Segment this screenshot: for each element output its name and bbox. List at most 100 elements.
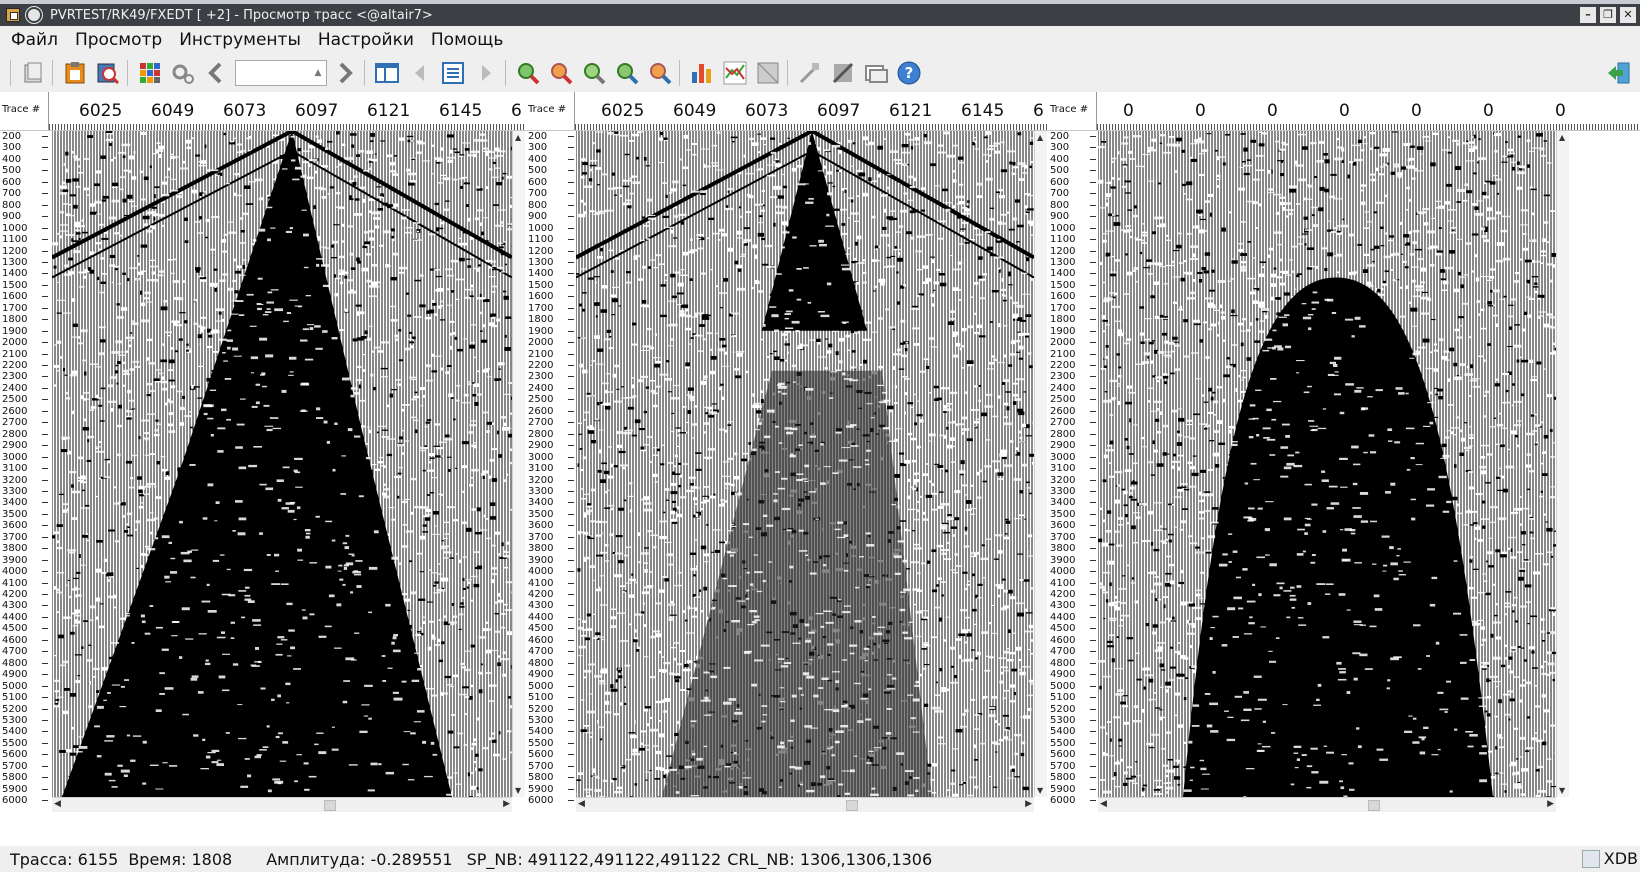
time-tick	[1090, 170, 1096, 172]
next-icon[interactable]	[471, 58, 501, 88]
status-trace: Трасса: 6155	[10, 849, 119, 869]
exit-icon[interactable]	[1604, 58, 1634, 88]
time-tick-label: 1100	[1050, 234, 1076, 246]
time-tick	[1090, 731, 1096, 733]
time-tick	[568, 559, 574, 561]
time-tick-label: 4800	[2, 657, 28, 669]
time-tick-label: 2300	[528, 371, 554, 383]
time-tick	[1090, 616, 1096, 618]
trace-tick: 6097	[295, 101, 339, 121]
time-tick	[568, 307, 574, 309]
time-tick	[1090, 422, 1096, 424]
time-tick	[568, 754, 574, 756]
trace-tick: 6025	[601, 101, 645, 121]
time-tick-label: 1600	[2, 291, 28, 303]
zoom-out-icon[interactable]	[546, 58, 576, 88]
minimize-button[interactable]: –	[1580, 7, 1596, 23]
trace-tick: 6073	[745, 101, 789, 121]
color-grid-icon[interactable]	[135, 58, 165, 88]
time-tick-label: 5200	[1050, 703, 1076, 715]
window-menu-icon[interactable]	[26, 7, 42, 23]
time-tick	[42, 376, 48, 378]
time-tick-label: 2800	[2, 428, 28, 440]
time-tick	[42, 147, 48, 149]
time-tick	[568, 765, 574, 767]
time-tick-label: 3400	[2, 497, 28, 509]
menu-view[interactable]: Просмотр	[69, 30, 168, 50]
trace-panel-1: Trace # 6025 6049 6073 6097 6121 6145 6 …	[0, 92, 527, 846]
vertical-scrollbar[interactable]: ▲ ▼	[1556, 131, 1569, 797]
back-arrow-icon[interactable]	[201, 58, 231, 88]
zoom-select-icon[interactable]	[645, 58, 675, 88]
line-chart-icon[interactable]	[720, 58, 750, 88]
database-icon[interactable]	[1581, 849, 1600, 868]
seismic-plot[interactable]	[576, 131, 1034, 797]
zoom-reset-icon[interactable]	[612, 58, 642, 88]
time-tick	[1090, 468, 1096, 470]
time-tick	[568, 674, 574, 676]
horizontal-scrollbar[interactable]: ◀ ▶	[1098, 797, 1556, 812]
time-tick	[42, 468, 48, 470]
maximize-button[interactable]: ❐	[1600, 7, 1616, 23]
bar-chart-icon[interactable]	[687, 58, 717, 88]
split-view-icon[interactable]	[372, 58, 402, 88]
help-icon[interactable]: ?	[894, 58, 924, 88]
trace-select-combo[interactable]: ▲	[235, 60, 327, 86]
trace-tick: 0	[1483, 101, 1494, 121]
time-tick-label: 1100	[2, 234, 28, 246]
time-tick	[568, 342, 574, 344]
time-tick-label: 4600	[1050, 634, 1076, 646]
time-tick	[42, 227, 48, 229]
list-icon[interactable]	[438, 58, 468, 88]
time-tick-label: 3100	[1050, 463, 1076, 475]
menu-help[interactable]: Помощь	[425, 30, 509, 50]
prev-icon[interactable]	[405, 58, 435, 88]
menu-tools[interactable]: Инструменты	[173, 30, 307, 50]
time-tick-label: 5500	[1050, 737, 1076, 749]
vertical-scrollbar[interactable]: ▲ ▼	[512, 131, 525, 797]
time-tick-label: 4200	[528, 589, 554, 600]
forward-arrow-icon[interactable]	[330, 58, 360, 88]
zoom-in-icon[interactable]	[513, 58, 543, 88]
trace-tick: 6049	[151, 101, 195, 121]
seismic-plot[interactable]	[1098, 131, 1556, 797]
time-tick	[42, 708, 48, 710]
zoom-document-icon[interactable]	[93, 58, 123, 88]
horizontal-scrollbar[interactable]: ◀ ▶	[576, 797, 1034, 812]
time-tick	[42, 319, 48, 321]
time-tick-label: 1200	[1050, 245, 1076, 257]
edit-icon[interactable]	[828, 58, 858, 88]
close-button[interactable]: ✕	[1620, 7, 1636, 23]
time-tick	[1090, 754, 1096, 756]
time-tick	[42, 399, 48, 401]
menu-settings[interactable]: Настройки	[312, 30, 420, 50]
open-file-icon[interactable]	[18, 58, 48, 88]
vertical-scrollbar[interactable]: ▲ ▼	[1034, 131, 1047, 797]
pick-icon[interactable]	[795, 58, 825, 88]
menu-file[interactable]: Файл	[5, 30, 64, 50]
settings-icon[interactable]	[168, 58, 198, 88]
window-icon[interactable]	[861, 58, 891, 88]
time-tick	[1090, 216, 1096, 218]
time-tick-label: 1500	[528, 279, 554, 291]
trace-viewer-window: PVRTEST/RK49/FXEDT [ +2] - Просмотр трас…	[0, 4, 1640, 872]
horizontal-scrollbar[interactable]: ◀ ▶	[52, 797, 512, 812]
seismic-image	[52, 131, 512, 797]
time-axis: 200 300 400 500 600 700 800 900 1000 1100 1200 1300…	[1048, 131, 1096, 827]
clipboard-icon[interactable]	[60, 58, 90, 88]
time-tick	[1090, 479, 1096, 481]
grid-chart-icon[interactable]	[753, 58, 783, 88]
time-tick	[568, 147, 574, 149]
time-tick-label: 3000	[2, 451, 28, 463]
app-icon	[6, 8, 20, 22]
seismic-plot[interactable]	[52, 131, 512, 797]
time-tick-label: 3100	[528, 463, 554, 475]
time-tick	[568, 788, 574, 790]
time-tick-label: 1700	[2, 302, 28, 314]
time-tick-label: 1000	[2, 222, 28, 234]
time-tick-label: 2300	[1050, 371, 1076, 383]
zoom-fit-icon[interactable]	[579, 58, 609, 88]
time-tick	[568, 456, 574, 458]
svg-text:?: ?	[905, 64, 914, 82]
time-tick-label: 3300	[528, 485, 554, 497]
